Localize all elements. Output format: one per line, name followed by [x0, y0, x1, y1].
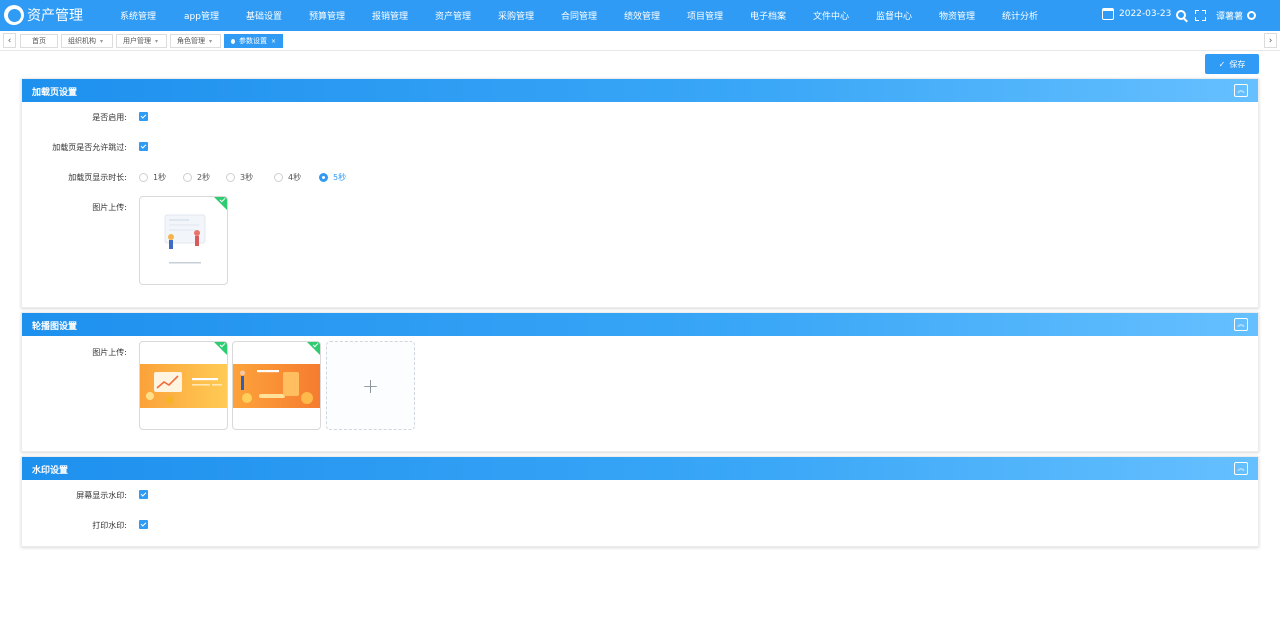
top-navbar: 资产管理 系统管理 app管理 基础设置 预算管理 报销管理 资产管理 采购管理… — [0, 0, 1280, 31]
collapse-up-icon[interactable]: ︽ — [1234, 84, 1248, 97]
gear-icon[interactable] — [1247, 11, 1257, 20]
nav-item-statistics[interactable]: 统计分析 — [1002, 9, 1038, 22]
screen-watermark-checkbox[interactable] — [139, 490, 148, 499]
nav-item-app[interactable]: app管理 — [184, 9, 219, 22]
radio-circle — [226, 173, 235, 182]
date-text: 2022-03-23 — [1119, 9, 1172, 19]
collapse-up-icon[interactable]: ︽ — [1234, 318, 1248, 331]
user-menu[interactable]: 谭薯薯 — [1216, 9, 1257, 22]
search-icon[interactable] — [1176, 10, 1186, 20]
print-watermark-checkbox[interactable] — [139, 520, 148, 529]
nav-item-supervision[interactable]: 监督中心 — [876, 9, 912, 22]
radio-label: 3秒 — [240, 173, 254, 182]
user-name: 谭薯薯 — [1216, 12, 1244, 22]
calendar-icon — [1102, 8, 1114, 20]
tab-label: 参数设置 — [238, 37, 267, 45]
loading-page-panel: 加载页设置 ︽ 是否启用: 加载页是否允许跳过: 加载页显示时长: 1秒 2秒 … — [21, 78, 1259, 308]
radio-label: 2秒 — [197, 173, 211, 182]
banner-image — [233, 364, 320, 408]
tab-label: 用户管理 — [123, 37, 151, 45]
banner-image — [140, 364, 227, 408]
chevron-down-icon: ▾ — [209, 37, 213, 45]
nav-item-budget[interactable]: 预算管理 — [309, 9, 345, 22]
radio-label: 5秒 — [333, 173, 347, 182]
nav-item-reimburse[interactable]: 报销管理 — [372, 9, 408, 22]
banner-illustration-image — [240, 370, 313, 404]
nav-item-materials[interactable]: 物资管理 — [939, 9, 975, 22]
duration-label: 加载页显示时长: — [68, 173, 127, 182]
tab-label: 首页 — [32, 37, 46, 45]
tab-home[interactable]: 首页 — [20, 34, 58, 48]
duration-radio-5[interactable]: 5秒 — [319, 172, 346, 183]
skip-label: 加载页是否允许跳过: — [52, 143, 127, 152]
nav-item-archive[interactable]: 电子档案 — [750, 9, 786, 22]
radio-circle — [274, 173, 283, 182]
banner-illustration-image — [146, 372, 222, 404]
plus-icon: + — [362, 373, 379, 398]
nav-item-performance[interactable]: 绩效管理 — [624, 9, 660, 22]
loading-illustration-image — [164, 214, 206, 264]
close-icon[interactable]: × — [271, 38, 276, 45]
check-icon: ✓ — [1218, 59, 1226, 69]
nav-item-files[interactable]: 文件中心 — [813, 9, 849, 22]
loading-image-card[interactable] — [139, 196, 228, 285]
save-button[interactable]: ✓ 保存 — [1205, 54, 1259, 74]
logo-icon — [4, 5, 24, 25]
panel-title: 水印设置 — [32, 466, 69, 476]
panel-header: 加载页设置 ︽ — [22, 79, 1258, 102]
duration-radio-2[interactable]: 2秒 — [183, 172, 210, 183]
duration-radio-4[interactable]: 4秒 — [274, 172, 301, 183]
carousel-panel: 轮播图设置 ︽ 图片上传: + — [21, 312, 1259, 452]
duration-radio-1[interactable]: 1秒 — [139, 172, 166, 183]
chevron-down-icon: ▾ — [155, 37, 159, 45]
tab-organization[interactable]: 组织机构 ▾ — [61, 34, 113, 48]
panel-header: 轮播图设置 ︽ — [22, 313, 1258, 336]
enabled-checkbox[interactable] — [139, 112, 148, 121]
date-display[interactable]: 2022-03-23 — [1102, 8, 1171, 20]
nav-item-basic[interactable]: 基础设置 — [246, 9, 282, 22]
tab-parameters[interactable]: 参数设置 × — [224, 34, 283, 48]
duration-radio-3[interactable]: 3秒 — [226, 172, 253, 183]
watermark-panel: 水印设置 ︽ 屏幕显示水印: 打印水印: — [21, 456, 1259, 547]
panel-title: 加载页设置 — [32, 88, 78, 98]
tab-label: 组织机构 — [68, 37, 96, 45]
panel-title: 轮播图设置 — [32, 322, 78, 332]
screen-watermark-label: 屏幕显示水印: — [76, 491, 127, 500]
tab-label: 角色管理 — [177, 37, 205, 45]
radio-label: 4秒 — [288, 173, 302, 182]
carousel-image-card-2[interactable] — [232, 341, 321, 430]
carousel-add-image-button[interactable]: + — [326, 341, 415, 430]
tabs-scroll-left-button[interactable]: ‹ — [3, 33, 16, 48]
tabs-bar: ‹ 首页 组织机构 ▾ 用户管理 ▾ 角色管理 ▾ 参数设置 × › — [0, 31, 1280, 51]
collapse-up-icon[interactable]: ︽ — [1234, 462, 1248, 475]
fullscreen-icon[interactable] — [1195, 10, 1206, 21]
enabled-label: 是否启用: — [92, 113, 127, 122]
chevron-down-icon: ▾ — [100, 37, 104, 45]
nav-item-purchase[interactable]: 采购管理 — [498, 9, 534, 22]
print-watermark-label: 打印水印: — [92, 521, 127, 530]
radio-circle — [319, 173, 328, 182]
tabs-scroll-right-button[interactable]: › — [1264, 33, 1277, 48]
app-title: 资产管理 — [27, 8, 83, 24]
nav-item-system[interactable]: 系统管理 — [120, 9, 156, 22]
nav-item-asset[interactable]: 资产管理 — [435, 9, 471, 22]
save-label: 保存 — [1229, 59, 1246, 69]
radio-circle — [139, 173, 148, 182]
nav-item-project[interactable]: 项目管理 — [687, 9, 723, 22]
panel-header: 水印设置 ︽ — [22, 457, 1258, 480]
tab-users[interactable]: 用户管理 ▾ — [116, 34, 167, 48]
image-upload-label: 图片上传: — [92, 348, 127, 357]
radio-circle — [183, 173, 192, 182]
app-logo[interactable]: 资产管理 — [4, 5, 83, 25]
radio-label: 1秒 — [153, 173, 167, 182]
skip-checkbox[interactable] — [139, 142, 148, 151]
active-dot-icon — [231, 38, 235, 44]
nav-item-contract[interactable]: 合同管理 — [561, 9, 597, 22]
image-upload-label: 图片上传: — [92, 203, 127, 212]
carousel-image-card-1[interactable] — [139, 341, 228, 430]
tab-roles[interactable]: 角色管理 ▾ — [170, 34, 221, 48]
